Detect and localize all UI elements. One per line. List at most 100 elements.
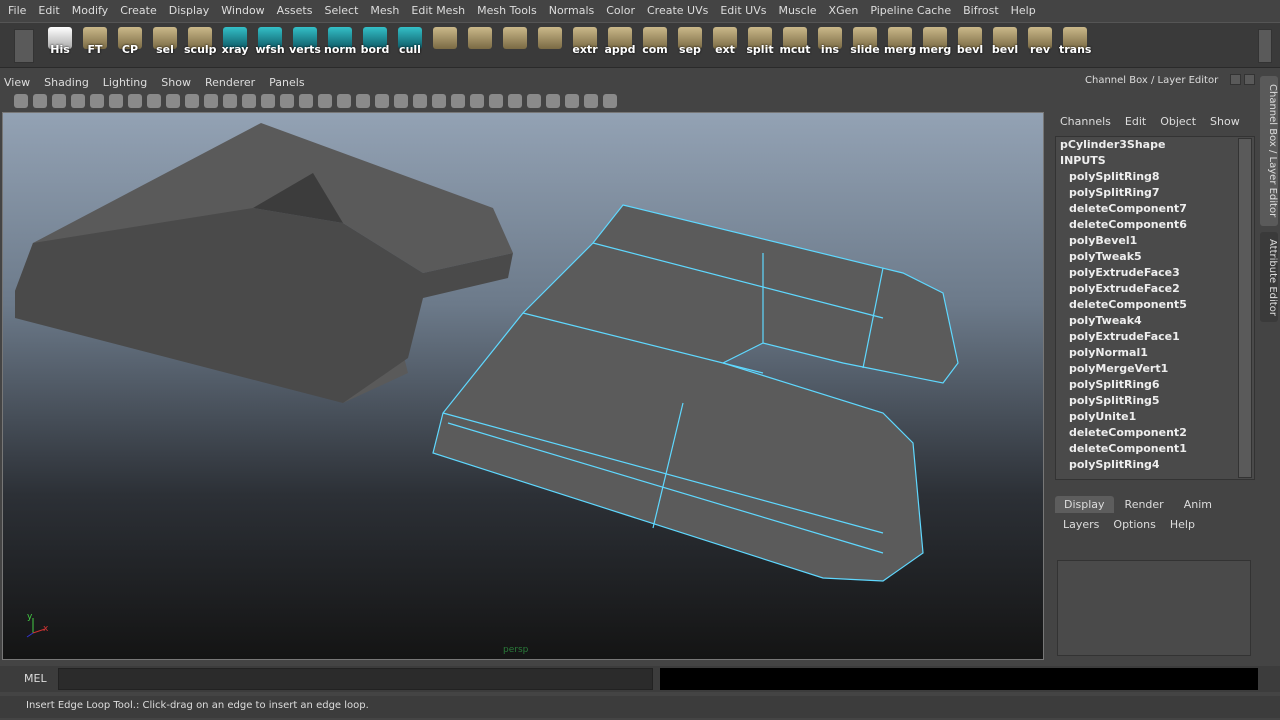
viewport-tool-icon[interactable] bbox=[584, 94, 598, 108]
shelf-button-His[interactable]: His bbox=[44, 27, 76, 65]
shelf-button-ins[interactable]: ins bbox=[814, 27, 846, 65]
shelf-button-sep[interactable]: sep bbox=[674, 27, 706, 65]
shelf-button-merg[interactable]: merg bbox=[884, 27, 916, 65]
viewport-tool-icon[interactable] bbox=[413, 94, 427, 108]
menu-normals[interactable]: Normals bbox=[549, 4, 595, 17]
viewport-tool-icon[interactable] bbox=[90, 94, 104, 108]
input-node[interactable]: polyExtrudeFace1 bbox=[1056, 329, 1254, 345]
viewport-tool-icon[interactable] bbox=[33, 94, 47, 108]
viewport-tool-icon[interactable] bbox=[166, 94, 180, 108]
viewport-tool-icon[interactable] bbox=[470, 94, 484, 108]
channel-menu-object[interactable]: Object bbox=[1160, 115, 1196, 128]
viewport-persp[interactable]: y x persp bbox=[2, 112, 1044, 660]
input-node[interactable]: polyExtrudeFace3 bbox=[1056, 265, 1254, 281]
shelf-button-bevl[interactable]: bevl bbox=[954, 27, 986, 65]
menu-display[interactable]: Display bbox=[169, 4, 210, 17]
layer-list[interactable] bbox=[1057, 560, 1251, 656]
shelf-button-wfsh[interactable]: wfsh bbox=[254, 27, 286, 65]
menu-xgen[interactable]: XGen bbox=[829, 4, 859, 17]
viewport-tool-icon[interactable] bbox=[109, 94, 123, 108]
menu-pipeline-cache[interactable]: Pipeline Cache bbox=[870, 4, 951, 17]
input-node[interactable]: polyTweak5 bbox=[1056, 249, 1254, 265]
float-button[interactable] bbox=[1230, 74, 1241, 85]
viewport-tool-icon[interactable] bbox=[565, 94, 579, 108]
channel-menu-show[interactable]: Show bbox=[1210, 115, 1240, 128]
tab-display[interactable]: Display bbox=[1055, 496, 1114, 513]
viewport-menu-lighting[interactable]: Lighting bbox=[103, 76, 147, 89]
viewport-tool-icon[interactable] bbox=[337, 94, 351, 108]
input-node[interactable]: deleteComponent7 bbox=[1056, 201, 1254, 217]
shelf-button-verts[interactable]: verts bbox=[289, 27, 321, 65]
shelf-button-rev[interactable]: rev bbox=[1024, 27, 1056, 65]
input-node[interactable]: polySplitRing7 bbox=[1056, 185, 1254, 201]
menu-color[interactable]: Color bbox=[606, 4, 635, 17]
input-node[interactable]: polyNormal1 bbox=[1056, 345, 1254, 361]
menu-mesh-tools[interactable]: Mesh Tools bbox=[477, 4, 537, 17]
mel-input[interactable] bbox=[58, 668, 653, 690]
viewport-menu-show[interactable]: Show bbox=[161, 76, 191, 89]
input-node[interactable]: polySplitRing4 bbox=[1056, 457, 1254, 473]
shelf-button-cull[interactable]: cull bbox=[394, 27, 426, 65]
shelf-button-sculp[interactable]: sculp bbox=[184, 27, 217, 65]
shape-node[interactable]: pCylinder3Shape bbox=[1056, 137, 1254, 153]
shelf-button-poly-cube[interactable] bbox=[464, 27, 496, 65]
input-node[interactable]: polySplitRing8 bbox=[1056, 169, 1254, 185]
menu-edit-mesh[interactable]: Edit Mesh bbox=[411, 4, 465, 17]
tab-anim[interactable]: Anim bbox=[1174, 496, 1221, 513]
channel-menu-channels[interactable]: Channels bbox=[1060, 115, 1111, 128]
viewport-tool-icon[interactable] bbox=[375, 94, 389, 108]
menu-edit-uvs[interactable]: Edit UVs bbox=[720, 4, 766, 17]
viewport-tool-icon[interactable] bbox=[527, 94, 541, 108]
viewport-tool-icon[interactable] bbox=[546, 94, 560, 108]
viewport-tool-icon[interactable] bbox=[185, 94, 199, 108]
shelf-button-poly-cylinder[interactable] bbox=[534, 27, 566, 65]
viewport-tool-icon[interactable] bbox=[280, 94, 294, 108]
viewport-tool-icon[interactable] bbox=[299, 94, 313, 108]
shelf-button-trans[interactable]: trans bbox=[1059, 27, 1091, 65]
viewport-tool-icon[interactable] bbox=[71, 94, 85, 108]
shelf-button-split[interactable]: split bbox=[744, 27, 776, 65]
input-node[interactable]: polyBevel1 bbox=[1056, 233, 1254, 249]
viewport-tool-icon[interactable] bbox=[432, 94, 446, 108]
menu-modify[interactable]: Modify bbox=[72, 4, 108, 17]
shelf-tabs-toggle[interactable] bbox=[14, 29, 34, 63]
shelf-button-poly-sphere[interactable] bbox=[499, 27, 531, 65]
viewport-menu-panels[interactable]: Panels bbox=[269, 76, 304, 89]
shelf-button-extr[interactable]: extr bbox=[569, 27, 601, 65]
viewport-tool-icon[interactable] bbox=[489, 94, 503, 108]
input-node[interactable]: polyUnite1 bbox=[1056, 409, 1254, 425]
shelf-button-CP[interactable]: CP bbox=[114, 27, 146, 65]
viewport-tool-icon[interactable] bbox=[394, 94, 408, 108]
shelf-button-slide[interactable]: slide bbox=[849, 27, 881, 65]
menu-select[interactable]: Select bbox=[324, 4, 358, 17]
menu-mesh[interactable]: Mesh bbox=[370, 4, 399, 17]
tab-render[interactable]: Render bbox=[1115, 496, 1173, 513]
menu-create-uvs[interactable]: Create UVs bbox=[647, 4, 708, 17]
menu-muscle[interactable]: Muscle bbox=[778, 4, 816, 17]
shelf-button-ext[interactable]: ext bbox=[709, 27, 741, 65]
viewport-tool-icon[interactable] bbox=[14, 94, 28, 108]
menu-file[interactable]: File bbox=[8, 4, 26, 17]
viewport-menu-renderer[interactable]: Renderer bbox=[205, 76, 255, 89]
wireframe-mesh[interactable] bbox=[432, 204, 959, 582]
viewport-tool-icon[interactable] bbox=[128, 94, 142, 108]
mel-label[interactable]: MEL bbox=[24, 672, 47, 685]
viewport-tool-icon[interactable] bbox=[356, 94, 370, 108]
shelf-button-com[interactable]: com bbox=[639, 27, 671, 65]
shelf-button-mcut[interactable]: mcut bbox=[779, 27, 811, 65]
input-node[interactable]: polySplitRing5 bbox=[1056, 393, 1254, 409]
viewport-tool-icon[interactable] bbox=[451, 94, 465, 108]
tab-attribute-editor[interactable]: Attribute Editor bbox=[1260, 232, 1278, 322]
input-node[interactable]: polyMergeVert1 bbox=[1056, 361, 1254, 377]
viewport-tool-icon[interactable] bbox=[603, 94, 617, 108]
shelf-button-merg[interactable]: merg bbox=[919, 27, 951, 65]
shelf-button-bord[interactable]: bord bbox=[359, 27, 391, 65]
input-node[interactable]: polySplitRing6 bbox=[1056, 377, 1254, 393]
shelf-button-poly-plane[interactable] bbox=[429, 27, 461, 65]
viewport-tool-icon[interactable] bbox=[508, 94, 522, 108]
viewport-menu-shading[interactable]: Shading bbox=[44, 76, 89, 89]
menu-edit[interactable]: Edit bbox=[38, 4, 59, 17]
viewport-tool-icon[interactable] bbox=[204, 94, 218, 108]
shelf-button-bevl[interactable]: bevl bbox=[989, 27, 1021, 65]
menu-help[interactable]: Help bbox=[1011, 4, 1036, 17]
